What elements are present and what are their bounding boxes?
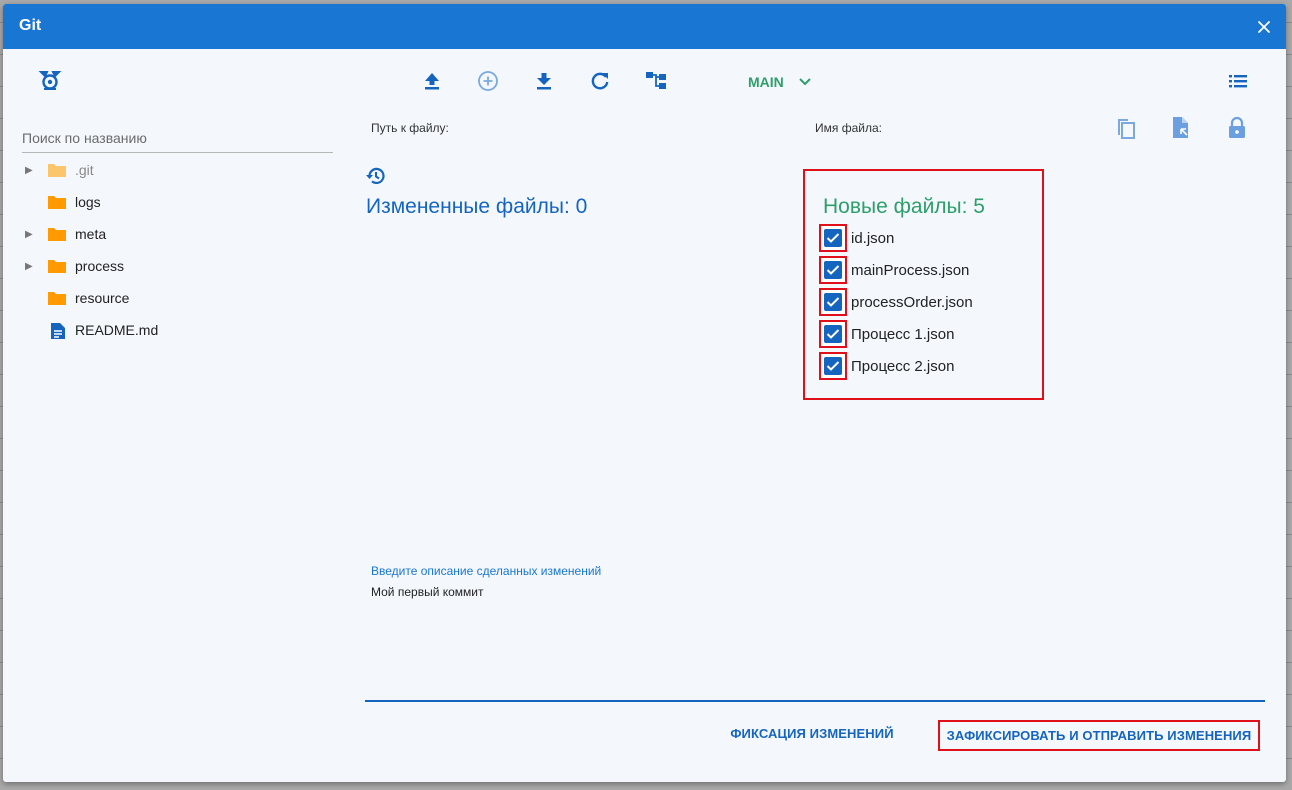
search-input[interactable]	[22, 123, 333, 153]
copy-icon[interactable]	[1111, 114, 1139, 142]
tree-item-label: meta	[75, 226, 107, 242]
refresh-icon[interactable]	[586, 67, 614, 95]
folder-icon	[47, 258, 67, 279]
tree-item-process[interactable]: ▶ process	[25, 254, 285, 278]
changed-files-title: Измененные файлы: 0	[366, 195, 588, 218]
tree-item-meta[interactable]: ▶ meta	[25, 222, 285, 246]
tree-item-label: resource	[75, 290, 130, 306]
push-icon[interactable]	[418, 67, 446, 95]
folder-icon	[47, 194, 67, 215]
folder-icon	[47, 162, 67, 183]
file-name: id.json	[851, 230, 895, 247]
file-checkbox[interactable]	[819, 288, 847, 316]
checkmark-icon	[826, 265, 840, 275]
lock-icon[interactable]	[1223, 114, 1251, 142]
new-files-title: Новые файлы: 5	[823, 195, 985, 218]
checkmark-icon	[826, 233, 840, 243]
checkmark-icon	[826, 361, 840, 371]
branch-selector[interactable]: MAIN	[748, 72, 812, 92]
file-checkbox[interactable]	[819, 320, 847, 348]
branch-label: MAIN	[748, 74, 784, 90]
tree-item-git[interactable]: ▶ .git	[25, 158, 285, 182]
tree-item-resource[interactable]: resource	[25, 286, 285, 310]
checkmark-icon	[826, 297, 840, 307]
path-label: Путь к файлу:	[371, 121, 449, 135]
file-name: Процесс 1.json	[851, 326, 955, 343]
close-icon[interactable]	[1254, 17, 1274, 37]
expand-arrow-icon[interactable]: ▶	[25, 229, 37, 240]
tree-item-label: logs	[75, 194, 101, 210]
file-name: processOrder.json	[851, 294, 973, 311]
expand-arrow-icon[interactable]: ▶	[25, 165, 37, 176]
pull-icon[interactable]	[530, 67, 558, 95]
folder-icon	[47, 290, 67, 311]
tree-item-logs[interactable]: logs	[25, 190, 285, 214]
file-checkbox[interactable]	[819, 256, 847, 284]
folder-icon	[47, 226, 67, 247]
dialog-title: Git	[19, 17, 42, 34]
file-open-icon[interactable]	[1167, 114, 1195, 142]
repo-icon[interactable]	[36, 67, 64, 95]
commit-message-input[interactable]	[371, 582, 1251, 602]
menu-list-icon[interactable]	[1224, 67, 1252, 95]
file-name: mainProcess.json	[851, 262, 970, 279]
commit-message-label: Введите описание сделанных изменений	[371, 564, 602, 578]
chevron-down-icon	[799, 78, 811, 86]
file-icon	[50, 322, 66, 345]
commit-and-push-button[interactable]: ЗАФИКСИРОВАТЬ И ОТПРАВИТЬ ИЗМЕНЕНИЯ	[938, 720, 1260, 751]
filename-label: Имя файла:	[815, 121, 882, 135]
add-circle-icon[interactable]	[474, 67, 502, 95]
tree-item-label: process	[75, 258, 125, 274]
file-checkbox[interactable]	[819, 224, 847, 252]
branch-tree-icon[interactable]	[642, 67, 670, 95]
expand-arrow-icon[interactable]: ▶	[25, 261, 37, 272]
file-checkbox[interactable]	[819, 352, 847, 380]
checkmark-icon	[826, 329, 840, 339]
dialog-titlebar: Git	[3, 4, 1286, 49]
commit-button[interactable]: ФИКСАЦИЯ ИЗМЕНЕНИЙ	[721, 720, 903, 746]
input-underline	[365, 700, 1265, 702]
tree-item-readme[interactable]: README.md	[25, 318, 285, 342]
tree-item-label: README.md	[75, 322, 159, 338]
git-dialog: Git MAIN ▶ .git	[3, 4, 1286, 782]
history-icon[interactable]	[365, 165, 387, 192]
tree-item-label: .git	[75, 162, 94, 178]
file-name: Процесс 2.json	[851, 358, 955, 375]
